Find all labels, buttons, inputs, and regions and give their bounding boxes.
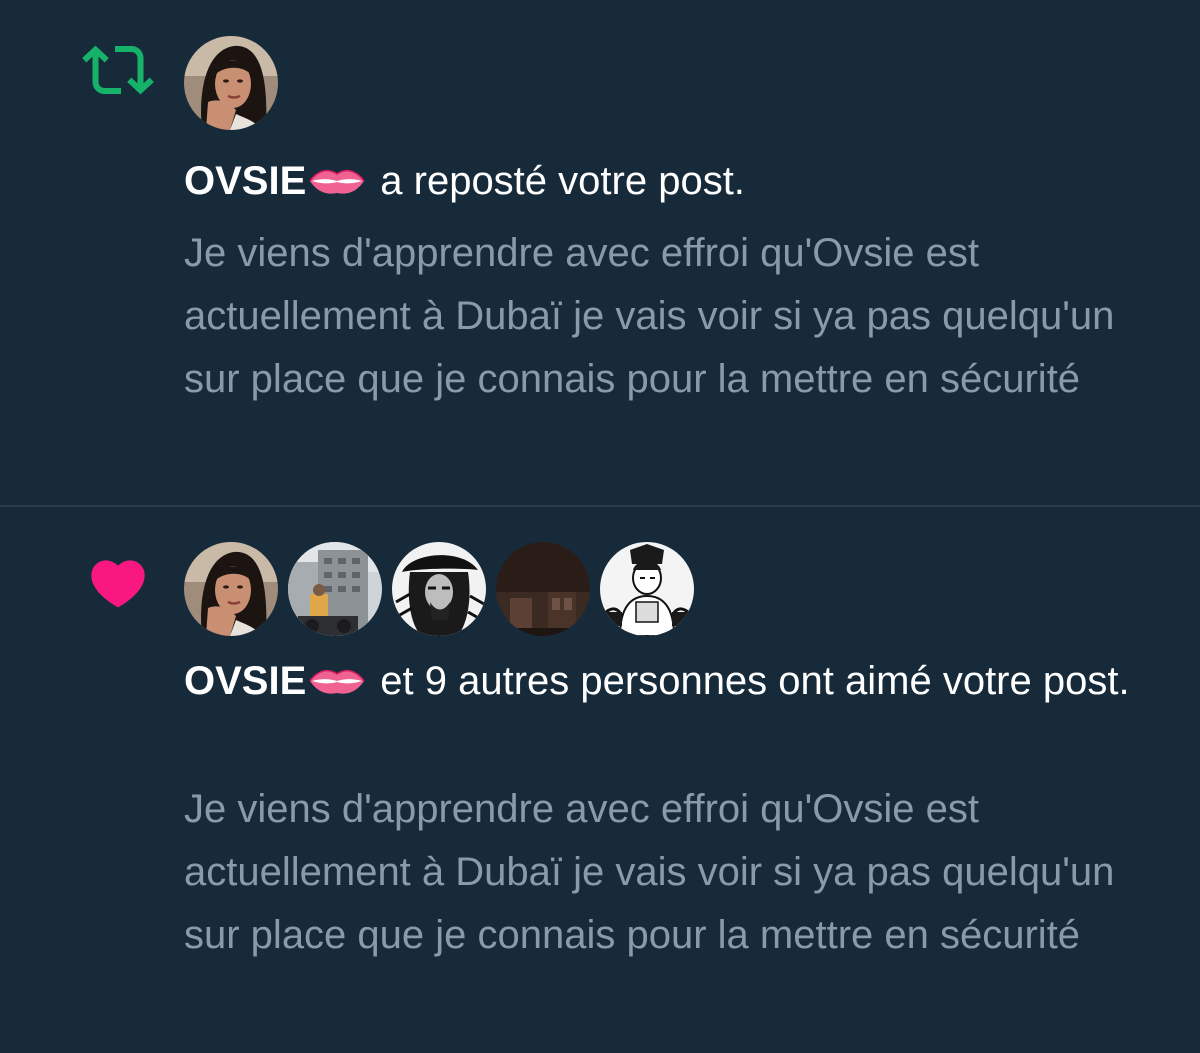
lips-emoji — [308, 152, 366, 194]
avatar-ovsie[interactable] — [184, 36, 278, 130]
notification-repost[interactable]: OVSIE a reposté votre post. Je viens d'ap… — [0, 0, 1200, 506]
avatar-building[interactable] — [288, 542, 382, 636]
user-name[interactable]: OVSIE — [184, 659, 306, 703]
post-preview-text[interactable]: Je viens d'apprendre avec effroi qu'Ovsi… — [184, 222, 1159, 411]
notification-like[interactable]: OVSIE et 9 autres personnes ont aimé votr… — [0, 507, 1200, 1053]
avatar-manga[interactable] — [600, 542, 694, 636]
user-name[interactable]: OVSIE — [184, 159, 306, 203]
avatar-group — [184, 542, 694, 636]
heart-icon — [82, 547, 154, 619]
post-preview-text[interactable]: Je viens d'apprendre avec effroi qu'Ovsi… — [184, 778, 1159, 967]
repost-icon — [82, 34, 154, 106]
action-text: a reposté votre post. — [380, 159, 745, 203]
notification-headline: OVSIE a reposté votre post. — [184, 150, 1144, 213]
lips-emoji — [308, 652, 366, 694]
avatar-pirate[interactable] — [392, 542, 486, 636]
avatar-ovsie[interactable] — [184, 542, 278, 636]
avatar-dark[interactable] — [496, 542, 590, 636]
action-text: et 9 autres personnes ont aimé votre pos… — [380, 659, 1130, 703]
avatar-group — [184, 36, 278, 130]
notification-headline: OVSIE et 9 autres personnes ont aimé votr… — [184, 650, 1144, 713]
